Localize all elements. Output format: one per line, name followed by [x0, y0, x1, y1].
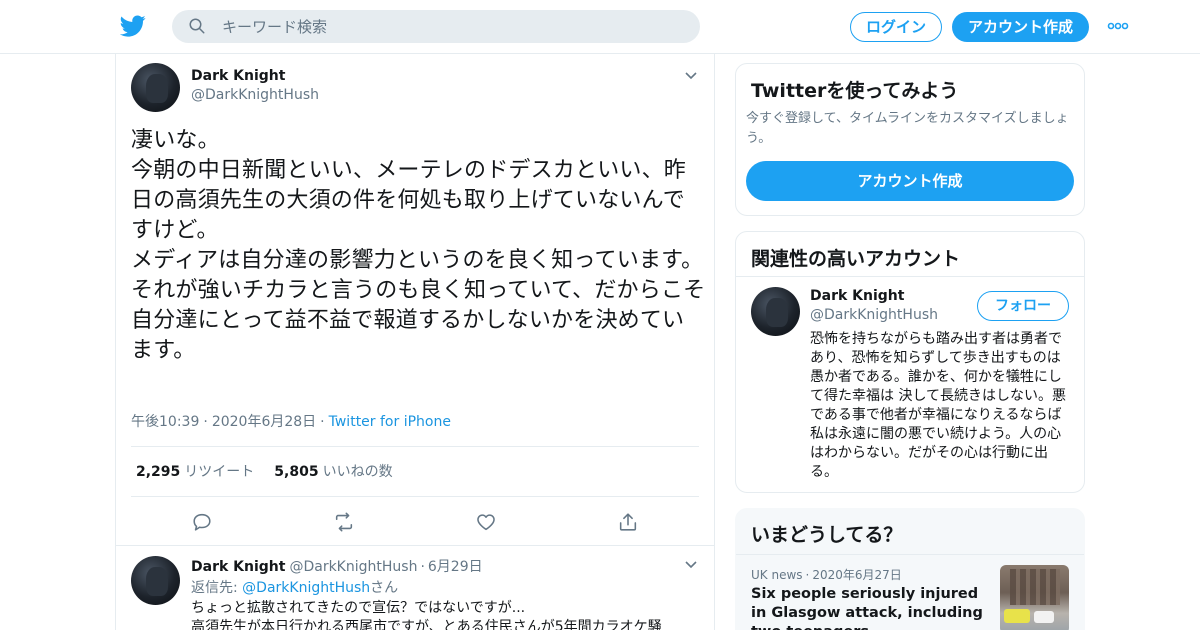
reply-icon[interactable]: [191, 511, 213, 533]
tweet-text: 凄いな。 今朝の中日新聞といい、メーテレのドデスカといい、昨日の高須先生の大須の…: [131, 128, 706, 363]
news-headline[interactable]: Six people seriously injured in Glasgow …: [751, 585, 983, 630]
chevron-down-icon[interactable]: [684, 71, 698, 81]
reply-mention-link[interactable]: @DarkKnightHush: [242, 580, 370, 596]
tweet-column: Dark Knight @DarkKnightHush 凄いな。 今朝の中日新聞…: [115, 54, 715, 630]
tweet-date[interactable]: 2020年6月28日: [212, 414, 316, 430]
retweet-icon[interactable]: [333, 511, 355, 533]
tweet-time[interactable]: 午後10:39: [131, 414, 199, 430]
like-stat[interactable]: 5,805 いいねの数: [274, 464, 392, 480]
divider: [116, 545, 714, 546]
tweet-timestamp: 午後10:39 · 2020年6月28日 · Twitter for iPhone: [131, 414, 451, 430]
retweet-count: 2,295: [136, 464, 181, 480]
reply-context: 返信先: @DarkKnightHushさん: [191, 577, 398, 597]
twitter-bird-icon[interactable]: [120, 13, 146, 39]
login-button[interactable]: ログイン: [850, 12, 942, 42]
reply-tweet-header: Dark Knight @DarkKnightHush · 6月29日: [191, 559, 483, 575]
tweet-source-link[interactable]: Twitter for iPhone: [329, 414, 451, 430]
tweet-author-handle[interactable]: @DarkKnightHush: [191, 87, 319, 103]
follow-button[interactable]: フォロー: [977, 291, 1069, 321]
like-label: いいねの数: [322, 464, 393, 480]
like-count: 5,805: [274, 464, 319, 480]
divider: [131, 496, 699, 497]
trends-card-title: いまどうしてる？: [751, 524, 903, 546]
top-navigation-bar: ログイン アカウント作成: [0, 0, 1200, 54]
search-box[interactable]: [172, 10, 700, 43]
news-date: 2020年6月27日: [812, 568, 902, 582]
reply-author-handle[interactable]: @DarkKnightHush: [289, 559, 417, 575]
related-account-name[interactable]: Dark Knight: [810, 288, 904, 304]
retweet-label: リツイート: [184, 464, 255, 480]
signup-card-title: Twitterを使ってみよう: [751, 80, 959, 102]
divider: [736, 276, 1084, 277]
share-icon[interactable]: [617, 511, 639, 533]
divider: [736, 554, 1084, 555]
reply-date[interactable]: 6月29日: [428, 559, 483, 575]
retweet-stat[interactable]: 2,295 リツイート: [136, 464, 254, 480]
related-accounts-title: 関連性の高いアカウント: [751, 248, 961, 270]
like-heart-icon[interactable]: [475, 511, 497, 533]
trends-card: いまどうしてる？ UK news · 2020年6月27日 Six people s…: [735, 508, 1085, 630]
reply-tweet-text: ちょっと拡散されてきたので宣伝？ではないですが... 高須先生が本日行かれる西尾…: [191, 600, 662, 630]
avatar[interactable]: [131, 556, 180, 605]
search-input[interactable]: [222, 10, 682, 43]
signup-button[interactable]: アカウント作成: [952, 12, 1089, 42]
signup-card: Twitterを使ってみよう 今すぐ登録して、タイムラインをカスタマイズしましょ…: [735, 63, 1085, 216]
search-icon: [189, 18, 205, 34]
chevron-down-icon[interactable]: [684, 560, 698, 570]
avatar[interactable]: [751, 287, 800, 336]
signup-card-subtitle: 今すぐ登録して、タイムラインをカスタマイズしましょう。: [746, 111, 1069, 146]
reply-author-name[interactable]: Dark Knight: [191, 559, 285, 575]
reply-context-suffix: さん: [370, 580, 399, 596]
related-accounts-card: 関連性の高いアカウント Dark Knight @DarkKnightHush …: [735, 231, 1085, 493]
tweet-stats: 2,295 リツイート 5,805 いいねの数: [136, 461, 393, 481]
signup-card-button[interactable]: アカウント作成: [746, 161, 1074, 201]
tweet-author-name[interactable]: Dark Knight: [191, 68, 285, 84]
avatar[interactable]: [131, 63, 180, 112]
related-account-handle[interactable]: @DarkKnightHush: [810, 307, 938, 323]
reply-context-prefix: 返信先:: [191, 580, 243, 596]
news-meta: UK news · 2020年6月27日: [751, 568, 902, 582]
news-thumbnail[interactable]: [1000, 565, 1069, 630]
more-dots-icon[interactable]: [1107, 20, 1129, 32]
divider: [131, 446, 699, 447]
news-category: UK news: [751, 568, 803, 582]
related-account-bio: 恐怖を持ちながらも踏み出す者は勇者であり、恐怖を知らずして歩き出すものは愚か者で…: [810, 331, 1067, 480]
